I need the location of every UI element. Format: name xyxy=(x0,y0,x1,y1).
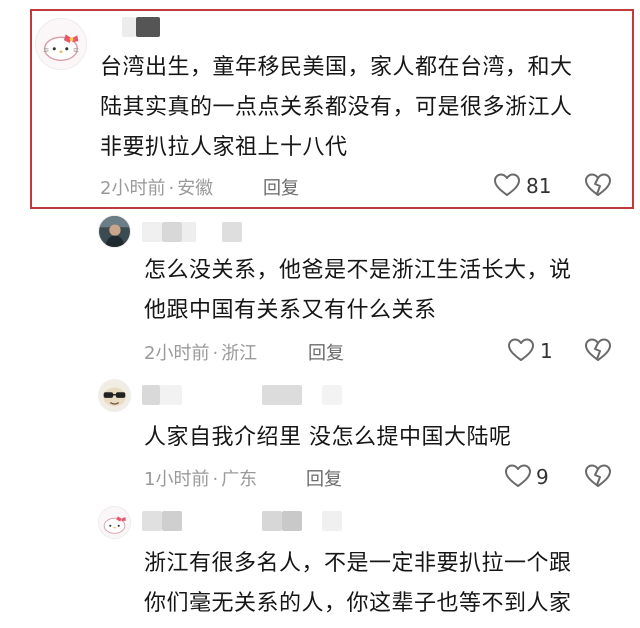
username-blur xyxy=(262,511,282,531)
reply-button[interactable]: 回复 xyxy=(306,465,342,491)
hello-kitty-avatar-icon[interactable] xyxy=(35,18,87,70)
broken-heart-icon[interactable] xyxy=(584,463,612,489)
comment-text-line: 怎么没关系，他爸是不是浙江生活长大，说 xyxy=(144,258,572,283)
photo-avatar-icon[interactable] xyxy=(98,215,131,248)
meta-separator: · xyxy=(212,343,219,364)
username-blur xyxy=(282,511,302,531)
like-count: 9 xyxy=(536,465,549,489)
comment-time: 1小时前 xyxy=(144,469,210,490)
meta-separator: · xyxy=(212,469,219,490)
comment-text-line: 台湾出生，童年移民美国，家人都在台湾，和大 xyxy=(100,55,573,80)
username-blur xyxy=(160,385,182,405)
comment-text-line: 非要扒拉人家祖上十八代 xyxy=(100,135,348,160)
comment-text-line: 人家自我介绍里 没怎么提中国大陆呢 xyxy=(144,425,512,450)
comment-text-line: 他跟中国有关系又有什么关系 xyxy=(144,298,437,323)
username-blur xyxy=(222,222,242,242)
broken-heart-icon[interactable] xyxy=(584,172,612,198)
meta-separator: · xyxy=(168,178,175,199)
comment-location: 广东 xyxy=(221,469,258,490)
heart-outline-icon[interactable] xyxy=(493,172,521,198)
comment-meta: 2小时前 · 安徽 xyxy=(100,174,213,200)
comment-time: 2小时前 xyxy=(100,178,166,199)
comment-time: 2小时前 xyxy=(144,343,210,364)
hello-kitty-avatar-icon[interactable] xyxy=(98,506,131,539)
username-blur xyxy=(136,17,160,37)
reply-button[interactable]: 回复 xyxy=(263,174,299,200)
username-blur xyxy=(162,511,182,531)
username-blur xyxy=(162,222,182,242)
username-blur xyxy=(142,511,162,531)
username-blur xyxy=(182,222,196,242)
username-blur xyxy=(262,385,302,405)
username-blur xyxy=(322,511,342,531)
broken-heart-icon[interactable] xyxy=(584,337,612,363)
username-blur xyxy=(322,385,342,405)
comment-text-line: 浙江有很多名人，不是一定非要扒拉一个跟 xyxy=(144,551,572,576)
cartoon-face-avatar-icon[interactable] xyxy=(98,379,131,412)
username-blur xyxy=(142,222,162,242)
like-count: 1 xyxy=(540,339,553,363)
comment-text-line: 你们毫无关系的人，你这辈子也等不到人家 xyxy=(144,591,572,616)
comment-meta: 1小时前 · 广东 xyxy=(144,465,257,491)
comment-text-line: 陆其实真的一点点关系都没有，可是很多浙江人 xyxy=(100,95,573,120)
heart-outline-icon[interactable] xyxy=(507,337,535,363)
comment-location: 安徽 xyxy=(177,178,214,199)
username-blur xyxy=(122,17,136,37)
comment-location: 浙江 xyxy=(221,343,258,364)
username-blur xyxy=(142,385,160,405)
like-count: 81 xyxy=(526,174,552,198)
heart-outline-icon[interactable] xyxy=(504,463,532,489)
reply-button[interactable]: 回复 xyxy=(308,339,344,365)
comment-meta: 2小时前 · 浙江 xyxy=(144,339,257,365)
